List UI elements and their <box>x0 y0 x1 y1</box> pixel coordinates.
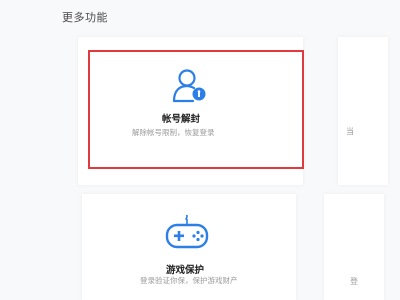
partial-card-bottom-glyph: 登 <box>350 277 358 286</box>
account-unlock-description: 解除帐号限制，恢复登录 <box>132 128 215 137</box>
game-protection-label: 游戏保护 <box>166 265 205 276</box>
account-unlock-label: 帐号解封 <box>162 114 201 125</box>
game-protection-description: 登录验证你保，保护游戏财产 <box>140 276 238 285</box>
section-title: 更多功能 <box>62 11 108 24</box>
partial-card-top-glyph: 当 <box>346 127 354 136</box>
partial-card-top[interactable] <box>338 37 388 185</box>
gamepad-icon <box>165 215 209 249</box>
user-unlock-icon <box>172 69 206 103</box>
